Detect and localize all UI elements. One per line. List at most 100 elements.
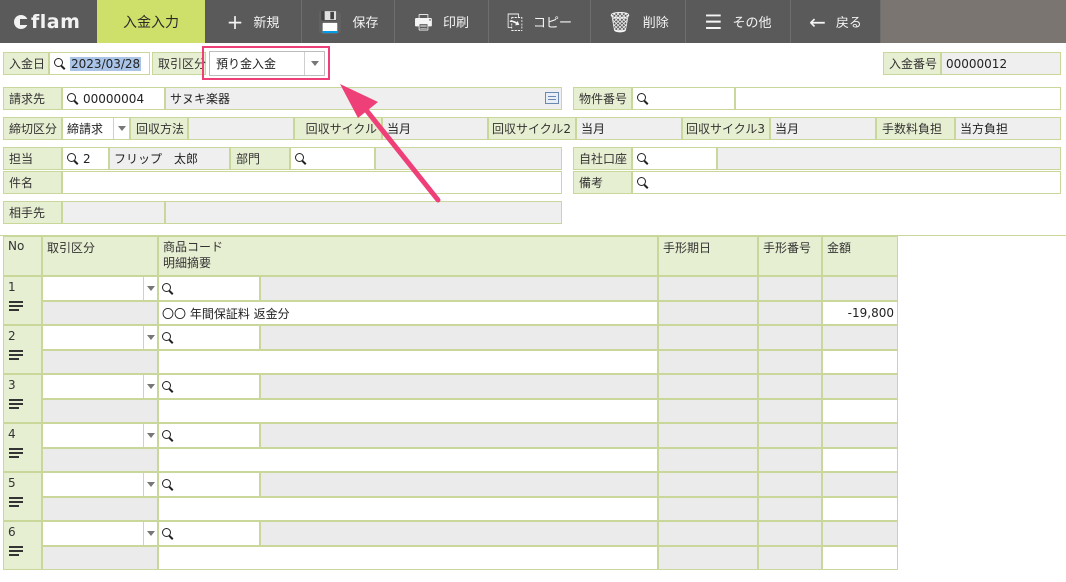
- fee-value: 当方負担: [955, 117, 1061, 140]
- col-header-bill-number: 手形番号: [758, 236, 822, 276]
- detail-lines-icon[interactable]: [9, 546, 23, 557]
- detail-lines-icon[interactable]: [9, 399, 23, 410]
- row-type-select[interactable]: [42, 472, 158, 497]
- row-type-select[interactable]: [42, 423, 158, 448]
- chevron-down-icon[interactable]: [113, 118, 129, 139]
- search-icon[interactable]: [162, 527, 174, 540]
- search-icon[interactable]: [295, 152, 307, 165]
- card-icon[interactable]: [545, 92, 559, 104]
- tab-deposit-entry[interactable]: 入金入力: [97, 0, 205, 43]
- row-amount-field[interactable]: [822, 497, 898, 521]
- chevron-down-icon[interactable]: [143, 522, 157, 545]
- row-product-code-field[interactable]: [158, 472, 260, 497]
- row-blank-cell: [758, 497, 822, 521]
- staff-name-value: フリップ 太郎: [109, 147, 230, 170]
- detail-lines-icon[interactable]: [9, 497, 23, 508]
- more-button[interactable]: ☰ その他: [686, 0, 791, 43]
- search-icon[interactable]: [162, 282, 174, 295]
- col-header-no: No: [3, 236, 42, 276]
- row-bill-due-value: [658, 423, 758, 448]
- search-icon[interactable]: [67, 92, 79, 105]
- row-number-text: 6: [8, 525, 16, 539]
- remarks-field[interactable]: [632, 171, 1061, 194]
- search-icon[interactable]: [162, 331, 174, 344]
- row-amount-field[interactable]: [822, 399, 898, 423]
- new-button[interactable]: + 新規: [205, 0, 302, 43]
- row-amount-field[interactable]: [822, 350, 898, 374]
- row-amount-top: [822, 423, 898, 448]
- cycle3-value: 当月: [770, 117, 876, 140]
- row-product-code-field[interactable]: [158, 374, 260, 399]
- row-summary-field[interactable]: 〇〇 年間保証料 返金分: [158, 301, 658, 325]
- toolbar-spacer: [881, 0, 1066, 43]
- logo-text: flam: [31, 10, 81, 33]
- staff-code-field[interactable]: 2: [62, 147, 109, 170]
- search-icon[interactable]: [162, 429, 174, 442]
- toolbar: flam 入金入力 + 新規 💾 保存 🖶 印刷 ⎘ コピー 🗑 削除 ☰ その…: [0, 0, 1066, 43]
- copy-button[interactable]: ⎘ コピー: [489, 0, 591, 43]
- row-summary-field[interactable]: [158, 399, 658, 423]
- row-summary-field[interactable]: [158, 448, 658, 472]
- row-type-select[interactable]: [42, 521, 158, 546]
- row-blank-cell: [42, 350, 158, 374]
- search-icon[interactable]: [162, 478, 174, 491]
- search-icon[interactable]: [54, 57, 66, 70]
- cutoff-select[interactable]: 締請求: [62, 117, 130, 140]
- own-account-label: 自社口座: [573, 147, 632, 170]
- search-icon[interactable]: [637, 92, 649, 105]
- row-type-select[interactable]: [42, 374, 158, 399]
- row-product-code-field[interactable]: [158, 276, 260, 301]
- chevron-down-icon[interactable]: [143, 375, 157, 398]
- chevron-down-icon[interactable]: [143, 473, 157, 496]
- cutoff-value: 締請求: [67, 122, 104, 136]
- counterparty-label: 相手先: [3, 201, 62, 224]
- counterparty-name-value: [165, 201, 562, 224]
- row-amount-field[interactable]: [822, 546, 898, 570]
- property-name-field[interactable]: [735, 87, 1061, 110]
- detail-lines-icon[interactable]: [9, 350, 23, 361]
- detail-lines-icon[interactable]: [9, 301, 23, 312]
- deposit-date-field[interactable]: 2023/03/28: [49, 52, 150, 75]
- save-button[interactable]: 💾 保存: [302, 0, 395, 43]
- detail-lines-icon[interactable]: [9, 448, 23, 459]
- row-amount-field[interactable]: -19,800: [822, 301, 898, 325]
- dept-field[interactable]: [290, 147, 375, 170]
- property-number-field[interactable]: [632, 87, 735, 110]
- row-product-code-field[interactable]: [158, 325, 260, 350]
- row-blank-cell: [758, 448, 822, 472]
- search-icon[interactable]: [162, 380, 174, 393]
- chevron-down-icon[interactable]: [143, 424, 157, 447]
- subject-field[interactable]: [62, 171, 562, 194]
- billing-code-field[interactable]: 00000004: [62, 87, 165, 110]
- row-summary-field[interactable]: [158, 546, 658, 570]
- row-number: 4: [3, 423, 42, 472]
- row-amount-field[interactable]: [822, 448, 898, 472]
- row-product-code-field[interactable]: [158, 423, 260, 448]
- billing-name-text: サヌキ楽器: [170, 92, 231, 106]
- chevron-down-icon[interactable]: [143, 326, 157, 349]
- search-icon[interactable]: [637, 176, 649, 189]
- row-type-select[interactable]: [42, 276, 158, 301]
- row-product-code-field[interactable]: [158, 521, 260, 546]
- row-product-name-value: [260, 423, 658, 448]
- back-button[interactable]: ← 戻る: [791, 0, 881, 43]
- row-summary-field[interactable]: [158, 350, 658, 374]
- print-button[interactable]: 🖶 印刷: [395, 0, 489, 43]
- chevron-down-icon[interactable]: [143, 277, 157, 300]
- own-account-field[interactable]: [632, 147, 717, 170]
- new-button-label: 新規: [253, 16, 280, 31]
- search-icon[interactable]: [637, 152, 649, 165]
- trash-icon: 🗑: [607, 9, 633, 34]
- billing-label: 請求先: [3, 87, 62, 110]
- back-button-label: 戻る: [835, 16, 862, 31]
- deposit-number-label: 入金番号: [883, 52, 941, 75]
- delete-button[interactable]: 🗑 削除: [591, 0, 686, 43]
- staff-code-value: 2: [83, 151, 91, 166]
- search-icon[interactable]: [67, 152, 79, 165]
- dept-name-value: [375, 147, 562, 170]
- row-blank-cell: [42, 546, 158, 570]
- row-type-select[interactable]: [42, 325, 158, 350]
- col-header-product-code: 商品コード: [163, 240, 224, 254]
- more-button-label: その他: [732, 16, 772, 31]
- row-summary-field[interactable]: [158, 497, 658, 521]
